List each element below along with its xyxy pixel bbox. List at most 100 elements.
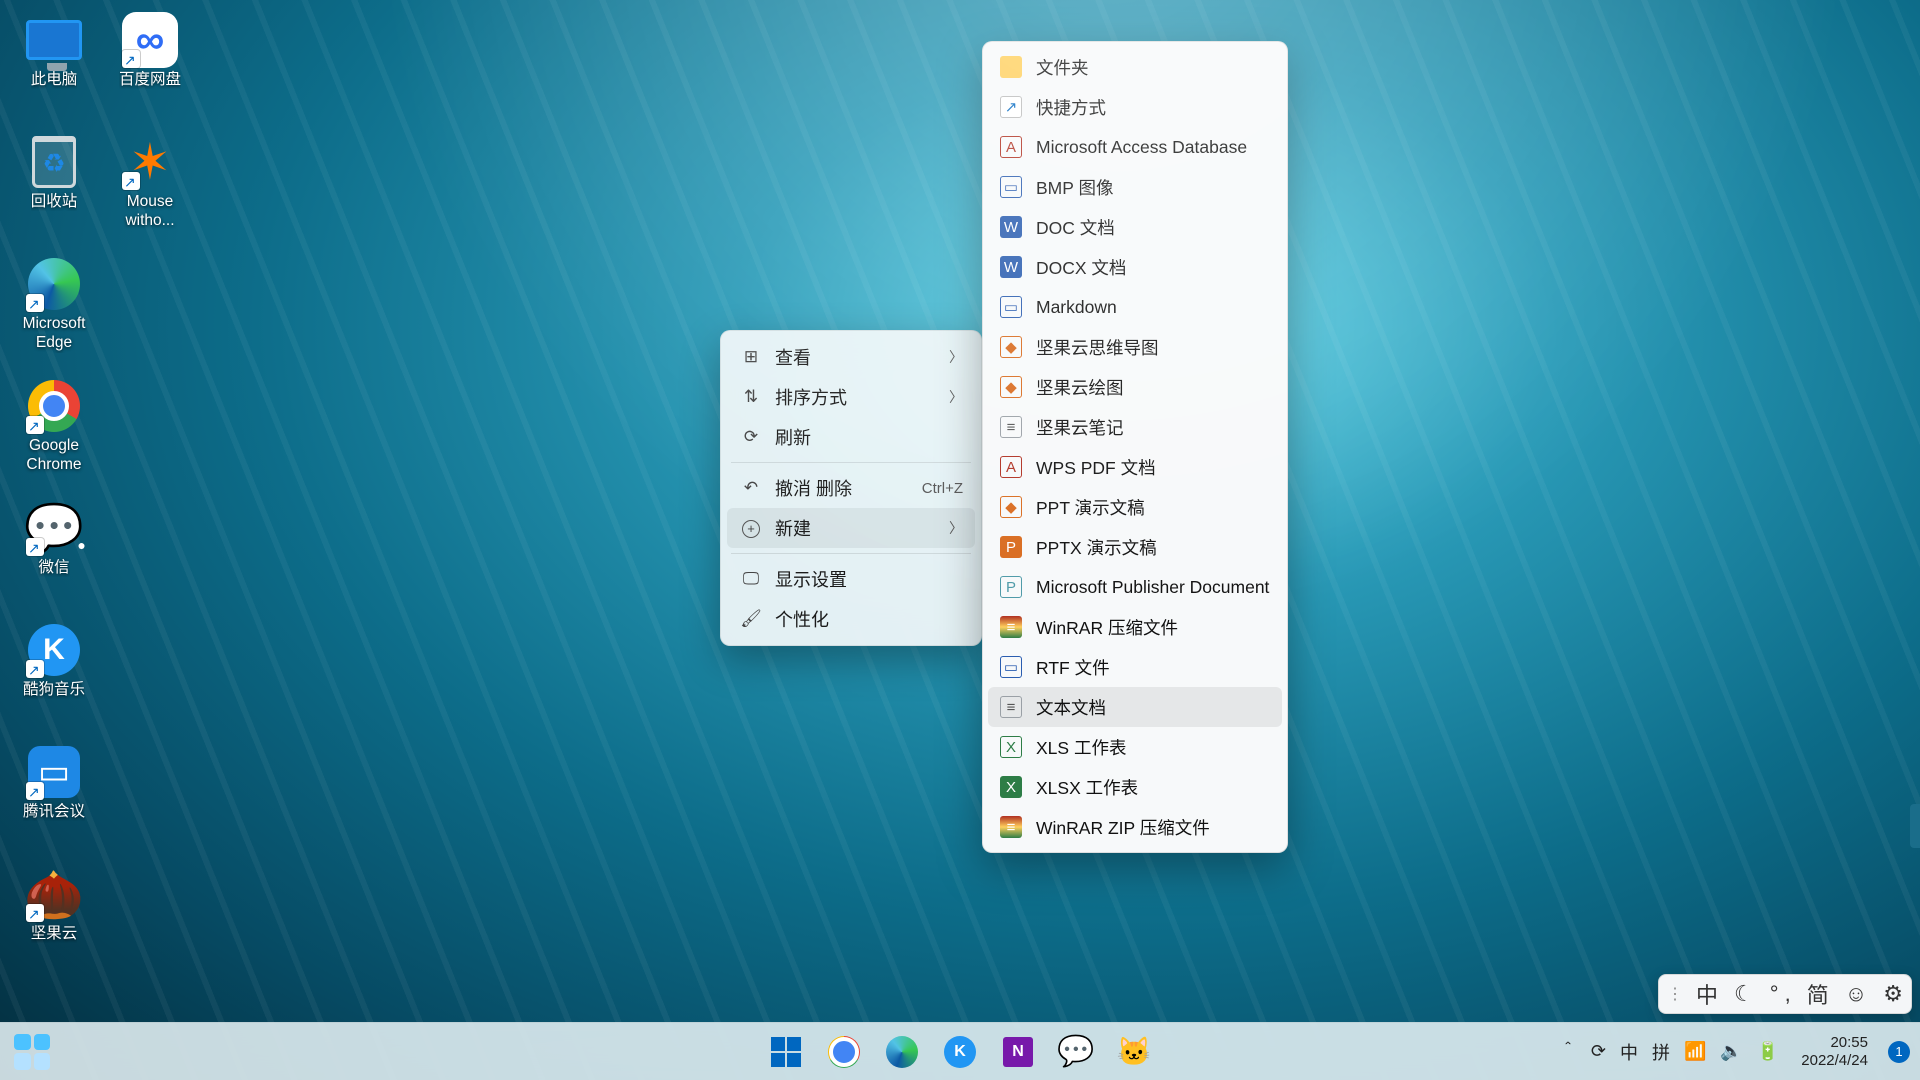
desktop-icon-0[interactable]: 此电脑	[6, 6, 102, 124]
new-item-4[interactable]: W DOC 文档	[988, 207, 1282, 247]
context-menu: ⊞ 查看 〉 ⇅ 排序方式 〉 ⟳ 刷新 ↶ 撤消 删除 Ctrl+Z	[720, 330, 982, 646]
new-item-18[interactable]: X XLSX 工作表	[988, 767, 1282, 807]
tray-icon-3[interactable]: 拼	[1652, 1039, 1670, 1065]
taskbar-wechat[interactable]: 💬	[1052, 1028, 1100, 1076]
desktop-icon-3[interactable]: ✶ Mouse witho...	[102, 128, 198, 246]
desktop-icon-1[interactable]: ∞ 百度网盘	[102, 6, 198, 124]
system-tray: ＾ ⟳ 中拼 📶 🔈 🔋 20:55 2022/4/24 1	[1559, 1034, 1910, 1070]
new-item-9[interactable]: ≡ 坚果云笔记	[988, 407, 1282, 447]
filetype-icon: X	[1000, 736, 1022, 758]
tray-icon-6[interactable]: 🔋	[1757, 1041, 1779, 1062]
ctx-refresh[interactable]: ⟳ 刷新	[727, 417, 975, 457]
view-icon: ⊞	[739, 347, 763, 367]
side-widget-tab[interactable]	[1910, 804, 1920, 848]
new-item-7[interactable]: ◆ 坚果云思维导图	[988, 327, 1282, 367]
monitor-icon	[24, 10, 84, 70]
tray-icon-4[interactable]: 📶	[1684, 1041, 1706, 1062]
new-item-12[interactable]: P PPTX 演示文稿	[988, 527, 1282, 567]
desktop-icon-8[interactable]: 💬 微信	[6, 494, 102, 612]
new-item-13[interactable]: P Microsoft Publisher Document	[988, 567, 1282, 607]
tray-icon-5[interactable]: 🔈	[1720, 1041, 1742, 1062]
desktop-icon-label: 酷狗音乐	[23, 680, 85, 699]
new-item-label: 文本文档	[1036, 695, 1106, 720]
new-item-16[interactable]: ≡ 文本文档	[988, 687, 1282, 727]
desktop-icon-6[interactable]: Google Chrome	[6, 372, 102, 490]
new-item-15[interactable]: ▭ RTF 文件	[988, 647, 1282, 687]
new-item-14[interactable]: ≡ WinRAR 压缩文件	[988, 607, 1282, 647]
filetype-icon: ◆	[1000, 496, 1022, 518]
desktop-icon-14[interactable]: 🌰 坚果云	[6, 860, 102, 978]
taskbar-onenote[interactable]: N	[994, 1028, 1042, 1076]
new-item-label: RTF 文件	[1036, 655, 1110, 680]
new-item-5[interactable]: W DOCX 文档	[988, 247, 1282, 287]
ime-btn-0[interactable]: 中	[1696, 978, 1718, 1010]
brush-icon: 🖌	[739, 609, 763, 629]
taskbar-start[interactable]	[762, 1028, 810, 1076]
filetype-icon: ▭	[1000, 656, 1022, 678]
taskbar-kugou[interactable]: K	[936, 1028, 984, 1076]
ctx-view[interactable]: ⊞ 查看 〉	[727, 337, 975, 377]
ime-btn-5[interactable]: ⚙	[1883, 981, 1903, 1007]
ime-toolbar[interactable]: ⋮ 中 ☾ ° , 简 ☺ ⚙	[1658, 974, 1912, 1014]
filetype-icon: P	[1000, 536, 1022, 558]
ime-btn-1[interactable]: ☾	[1734, 981, 1754, 1007]
chrome-icon	[24, 376, 84, 436]
new-item-17[interactable]: X XLS 工作表	[988, 727, 1282, 767]
tray-icon-1[interactable]: ⟳	[1591, 1041, 1606, 1062]
desktop-icon-label: Microsoft Edge	[10, 314, 98, 353]
new-item-3[interactable]: ▭ BMP 图像	[988, 167, 1282, 207]
filetype-icon: P	[1000, 576, 1022, 598]
desktop-icon-label: 此电脑	[31, 70, 78, 89]
ctx-display[interactable]: 🖵 显示设置	[727, 559, 975, 599]
desktop-icon-4[interactable]: Microsoft Edge	[6, 250, 102, 368]
tray-icon-2[interactable]: 中	[1620, 1039, 1638, 1065]
desktop-icon-label: 微信	[38, 558, 69, 577]
filetype-icon: ◆	[1000, 376, 1022, 398]
desktop-icon-2[interactable]: ♻ 回收站	[6, 128, 102, 246]
new-item-2[interactable]: A Microsoft Access Database	[988, 127, 1282, 167]
tray-icons: ＾ ⟳ 中拼 📶 🔈 🔋	[1559, 1039, 1779, 1065]
new-item-label: 坚果云绘图	[1036, 375, 1124, 400]
ctx-undo[interactable]: ↶ 撤消 删除 Ctrl+Z	[727, 468, 975, 508]
ctx-plus[interactable]: + 新建 〉	[727, 508, 975, 548]
notification-badge[interactable]: 1	[1888, 1041, 1910, 1063]
ctx-label: 刷新	[775, 424, 811, 450]
new-item-0[interactable]: 文件夹	[988, 47, 1282, 87]
ctx-brush[interactable]: 🖌 个性化	[727, 599, 975, 639]
filetype-icon: ▭	[1000, 176, 1022, 198]
taskbar-pinned-apps: KN💬🐱	[762, 1028, 1158, 1076]
taskbar-edge[interactable]	[878, 1028, 926, 1076]
desktop-icon-10[interactable]: K 酷狗音乐	[6, 616, 102, 734]
ime-btn-3[interactable]: 简	[1807, 978, 1829, 1010]
ctx-label: 查看	[775, 344, 811, 370]
ctx-label: 显示设置	[775, 566, 847, 592]
desktop-icons: 此电脑 ∞ 百度网盘 ♻ 回收站 ✶ Mouse witho... Micros…	[6, 6, 198, 978]
chevron-right-icon: 〉	[949, 387, 963, 407]
new-item-1[interactable]: ↗ 快捷方式	[988, 87, 1282, 127]
new-item-label: Microsoft Access Database	[1036, 137, 1247, 158]
tray-icon-0[interactable]: ＾	[1559, 1039, 1577, 1065]
ime-btn-4[interactable]: ☺	[1845, 981, 1867, 1007]
new-item-8[interactable]: ◆ 坚果云绘图	[988, 367, 1282, 407]
ime-btn-2[interactable]: ° ,	[1770, 981, 1791, 1007]
new-item-label: WPS PDF 文档	[1036, 455, 1156, 480]
new-item-label: WinRAR ZIP 压缩文件	[1036, 815, 1210, 840]
filetype-icon: ↗	[1000, 96, 1022, 118]
nut-icon: 🌰	[24, 864, 84, 924]
ctx-sort[interactable]: ⇅ 排序方式 〉	[727, 377, 975, 417]
widgets-button[interactable]	[14, 1034, 50, 1070]
new-item-19[interactable]: ≡ WinRAR ZIP 压缩文件	[988, 807, 1282, 847]
new-item-label: Markdown	[1036, 297, 1117, 318]
new-item-6[interactable]: ▭ Markdown	[988, 287, 1282, 327]
taskbar: KN💬🐱 ＾ ⟳ 中拼 📶 🔈 🔋 20:55 2022/4/24 1	[0, 1022, 1920, 1080]
new-item-11[interactable]: ◆ PPT 演示文稿	[988, 487, 1282, 527]
taskbar-chrome[interactable]	[820, 1028, 868, 1076]
clock[interactable]: 20:55 2022/4/24	[1801, 1034, 1868, 1070]
taskbar-cat[interactable]: 🐱	[1110, 1028, 1158, 1076]
baidu-icon: ∞	[120, 10, 180, 70]
new-item-10[interactable]: A WPS PDF 文档	[988, 447, 1282, 487]
desktop-icon-12[interactable]: ▭ 腾讯会议	[6, 738, 102, 856]
desktop-icon-label: 腾讯会议	[23, 802, 85, 821]
ime-grip-icon[interactable]: ⋮	[1667, 984, 1680, 1004]
desktop-icon-label: 坚果云	[31, 924, 78, 943]
